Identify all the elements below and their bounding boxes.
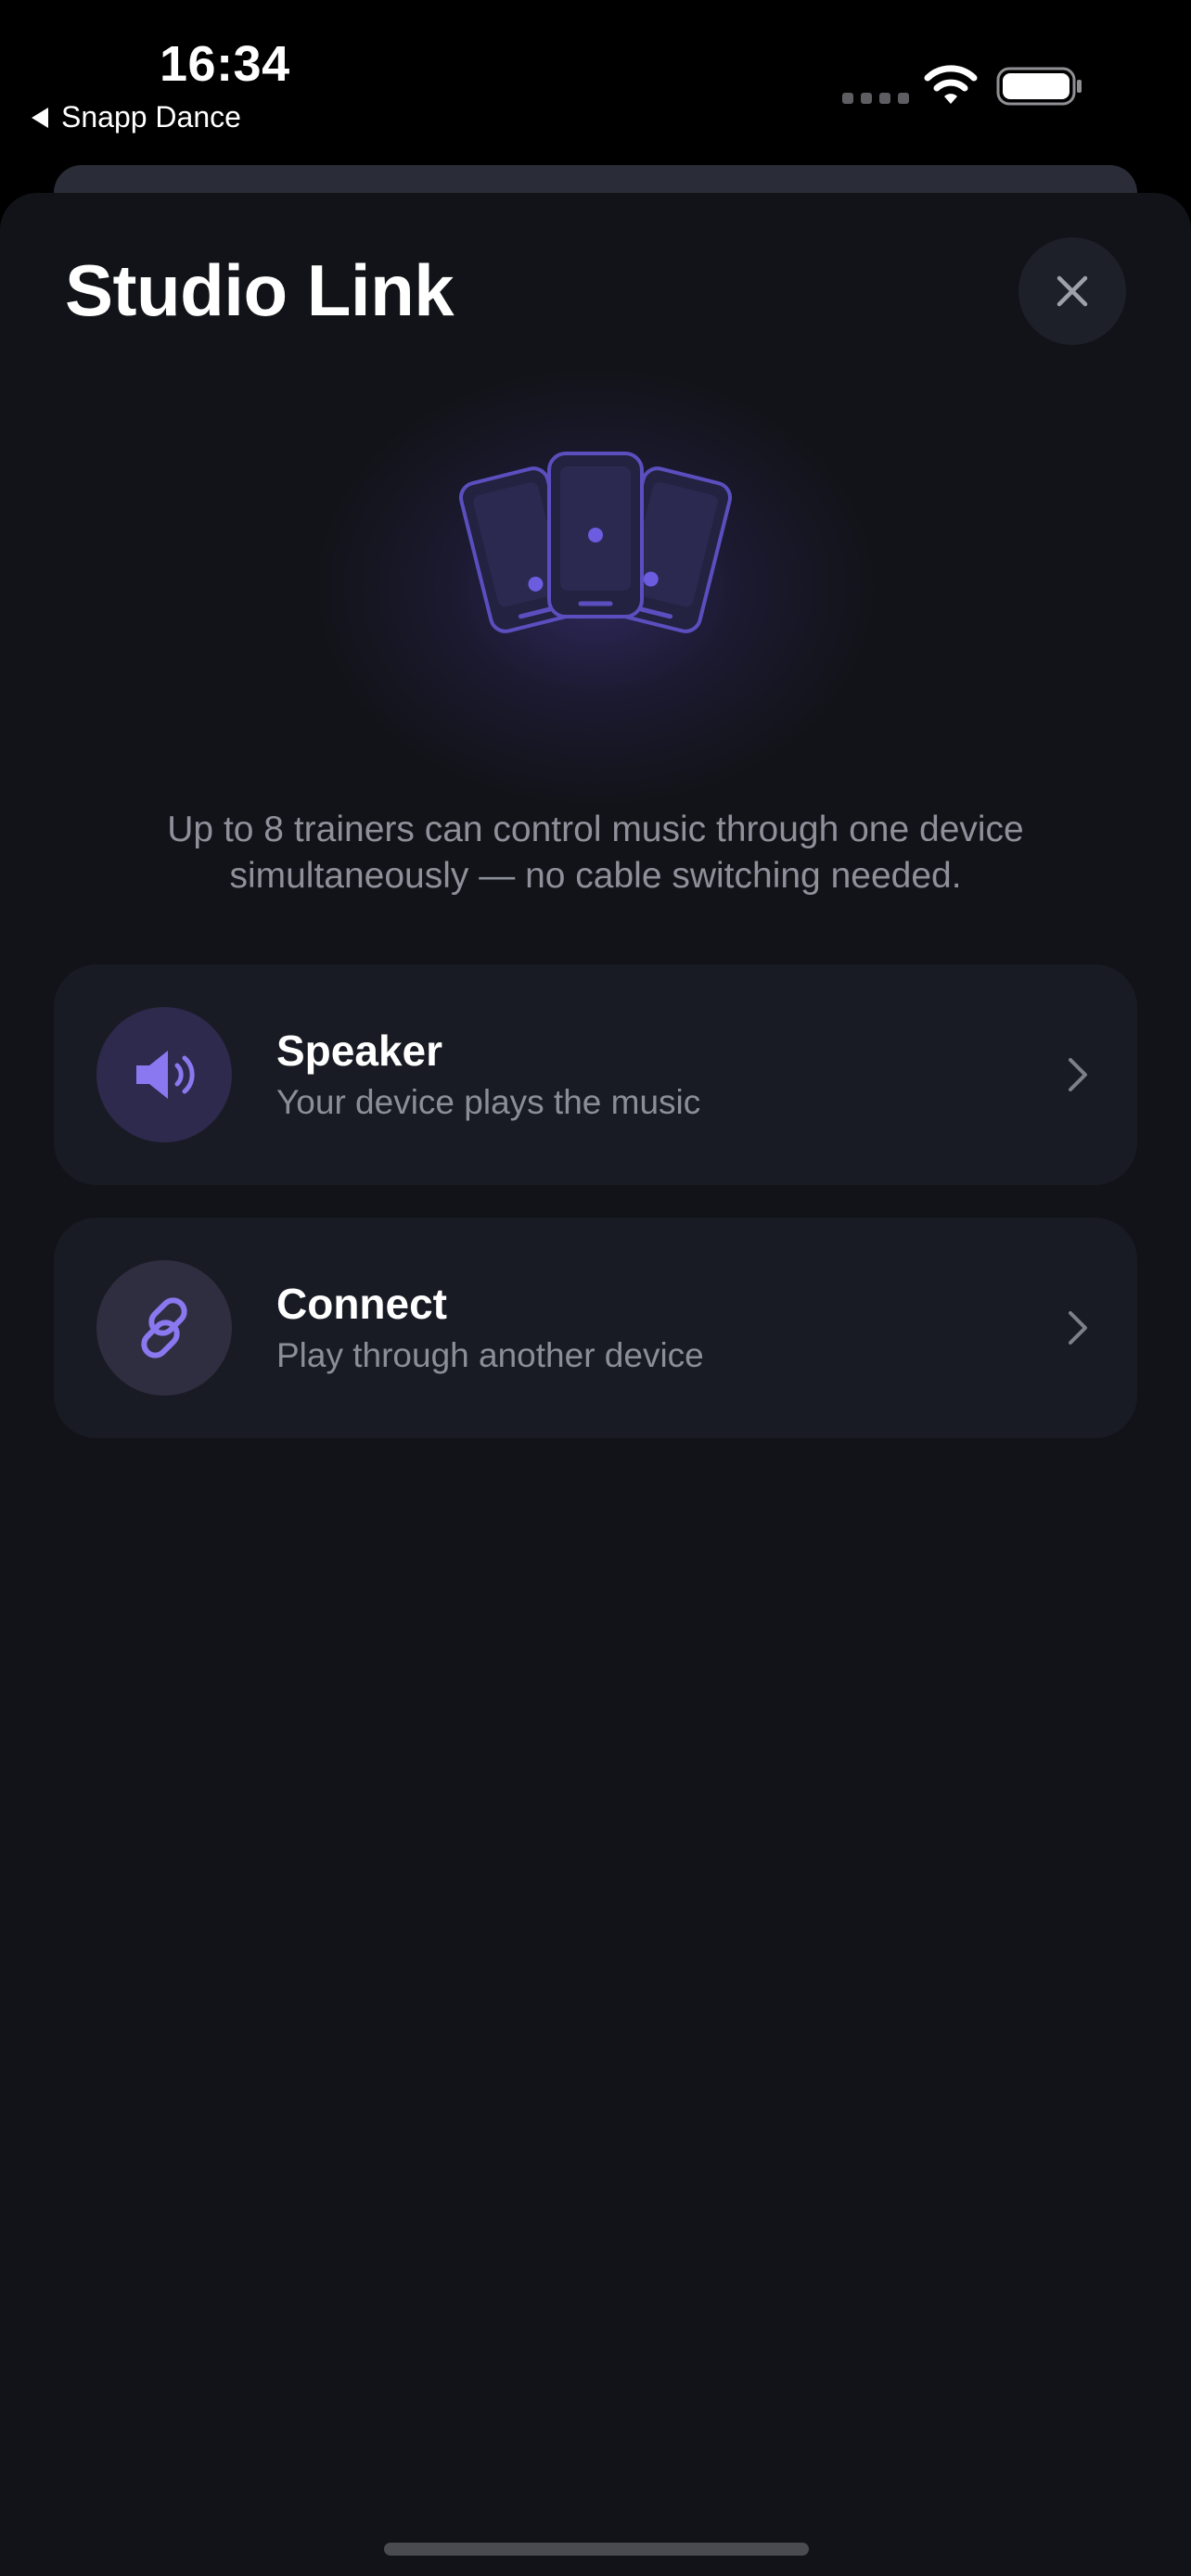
option-speaker[interactable]: Speaker Your device plays the music [54,964,1137,1185]
hero-glow [299,355,892,819]
screen: 16:34 Snapp Dance Studio Link Up to 8 tr… [0,0,1191,2576]
speaker-icon [136,1051,195,1099]
studio-link-sheet: Studio Link Up to 8 trainers can control… [0,193,1191,2576]
devices-icon [458,452,733,633]
close-button[interactable] [1018,237,1126,345]
chevron-right-icon [1069,1311,1087,1345]
home-indicator[interactable] [384,2543,809,2556]
back-app-label: Snapp Dance [61,100,241,134]
description-text: Up to 8 trainers can control music throu… [167,810,1024,896]
cellular-signal-icon [842,93,909,104]
link-icon [141,1297,187,1358]
chevron-right-icon [1069,1058,1087,1091]
speaker-icon-badge [96,1007,232,1142]
wifi-icon [924,65,978,104]
back-caret-icon [32,107,48,128]
close-icon [1057,275,1088,307]
option-connect[interactable]: Connect Play through another device [54,1218,1137,1438]
status-time: 16:34 [160,36,290,92]
option-subtitle: Play through another device [276,1336,704,1374]
option-title: Speaker [276,1027,443,1075]
option-subtitle: Your device plays the music [276,1083,701,1121]
link-icon-badge [96,1260,232,1396]
battery-icon [996,67,1082,106]
back-to-app-button[interactable]: Snapp Dance [32,100,241,134]
sheet-title: Studio Link [65,249,455,331]
option-title: Connect [276,1280,447,1328]
